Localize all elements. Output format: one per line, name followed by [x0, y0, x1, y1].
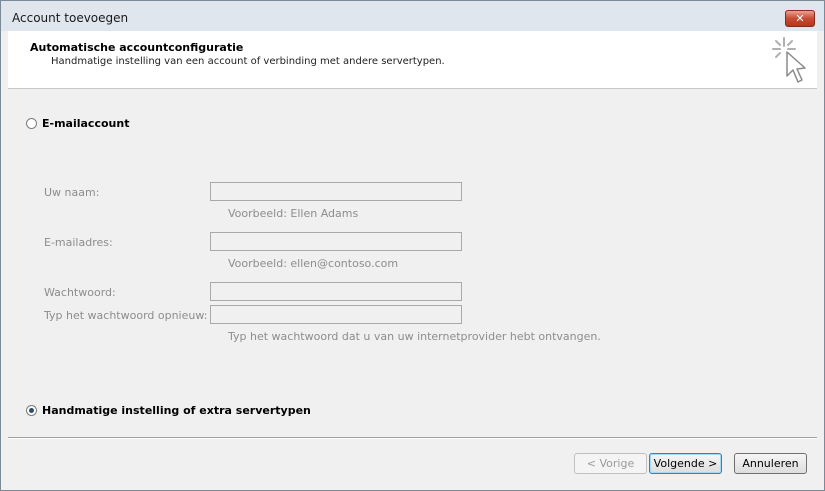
header-title: Automatische accountconfiguratie: [30, 41, 244, 54]
password-field[interactable]: [210, 282, 462, 301]
name-label: Uw naam:: [44, 186, 100, 199]
close-icon: ✕: [795, 12, 805, 25]
add-account-dialog: Account toevoegen ✕ Automatische account…: [0, 0, 825, 491]
next-button[interactable]: Volgende >: [649, 453, 722, 474]
password-repeat-label: Typ het wachtwoord opnieuw:: [44, 309, 208, 322]
back-button[interactable]: < Vorige: [574, 453, 647, 474]
email-account-radio[interactable]: [26, 118, 37, 129]
manual-setup-radio[interactable]: [26, 405, 37, 416]
password-label: Wachtwoord:: [44, 286, 116, 299]
footer-separator: [8, 437, 817, 439]
email-hint: Voorbeeld: ellen@contoso.com: [228, 257, 399, 270]
close-button[interactable]: ✕: [785, 10, 815, 27]
email-account-label[interactable]: E-mailaccount: [42, 117, 129, 130]
header-subtitle: Handmatige instelling van een account of…: [51, 56, 445, 67]
wizard-cursor-icon: [772, 37, 806, 83]
email-label: E-mailadres:: [44, 236, 113, 249]
name-hint: Voorbeeld: Ellen Adams: [228, 207, 359, 220]
name-field[interactable]: [210, 182, 462, 201]
manual-setup-label[interactable]: Handmatige instelling of extra servertyp…: [42, 404, 311, 417]
email-field[interactable]: [210, 232, 462, 251]
cancel-button[interactable]: Annuleren: [734, 453, 807, 474]
window-title: Account toevoegen: [12, 11, 129, 25]
wizard-header: Automatische accountconfiguratie Handmat…: [8, 31, 817, 89]
title-bar: Account toevoegen ✕: [1, 1, 824, 31]
password-hint: Typ het wachtwoord dat u van uw internet…: [228, 330, 601, 343]
password-repeat-field[interactable]: [210, 305, 462, 324]
